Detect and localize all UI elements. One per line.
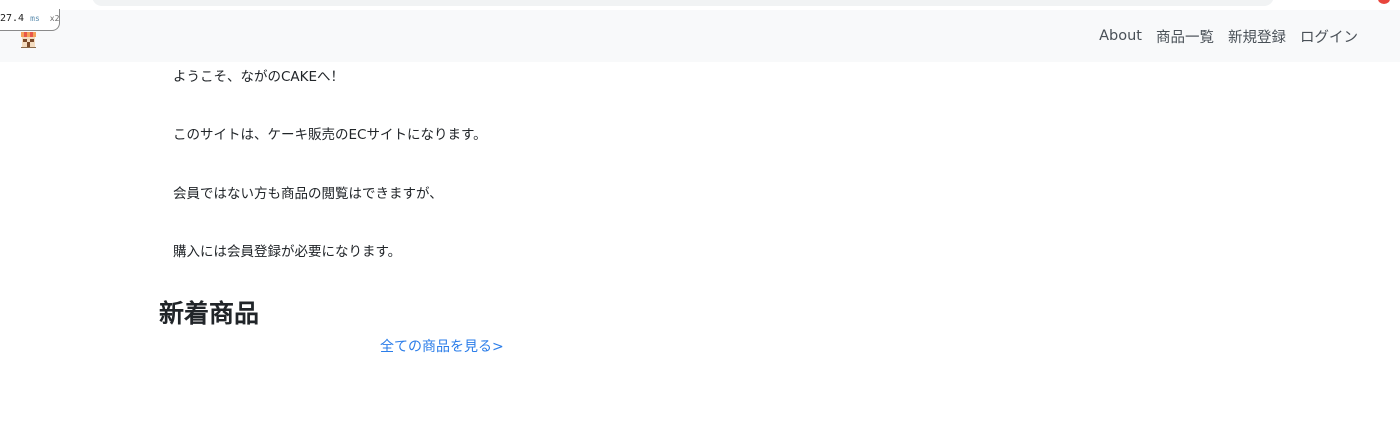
new-products-title: 新着商品 (159, 299, 260, 328)
perf-badge: 27.4 ms x2 (0, 9, 60, 31)
nav-link-signup[interactable]: 新規登録 (1221, 26, 1293, 47)
address-bar[interactable] (92, 0, 1274, 6)
nav-links: About 商品一覧 新規登録 ログイン (1092, 10, 1365, 62)
nav-link-login[interactable]: ログイン (1293, 26, 1365, 47)
intro-line-browse: 会員ではない方も商品の閲覧はできますが、 (173, 186, 443, 202)
intro-line-welcome: ようこそ、ながのCAKEへ！ (173, 69, 345, 85)
intro-line-register: 購入には会員登録が必要になります。 (173, 244, 402, 260)
perf-unit: ms (30, 14, 40, 23)
navbar: About 商品一覧 新規登録 ログイン (0, 10, 1400, 62)
cake-shop-icon[interactable] (20, 30, 37, 48)
intro-line-site: このサイトは、ケーキ販売のECサイトになります。 (173, 127, 487, 143)
perf-multiplier: x2 (49, 14, 60, 23)
browser-chrome-strip (0, 0, 1400, 10)
nav-link-about[interactable]: About (1092, 28, 1149, 44)
see-all-products-link[interactable]: 全ての商品を見る> (380, 336, 504, 356)
nav-link-products[interactable]: 商品一覧 (1149, 26, 1221, 47)
profile-icon[interactable] (1378, 0, 1390, 4)
perf-value: 27.4 (0, 13, 25, 24)
